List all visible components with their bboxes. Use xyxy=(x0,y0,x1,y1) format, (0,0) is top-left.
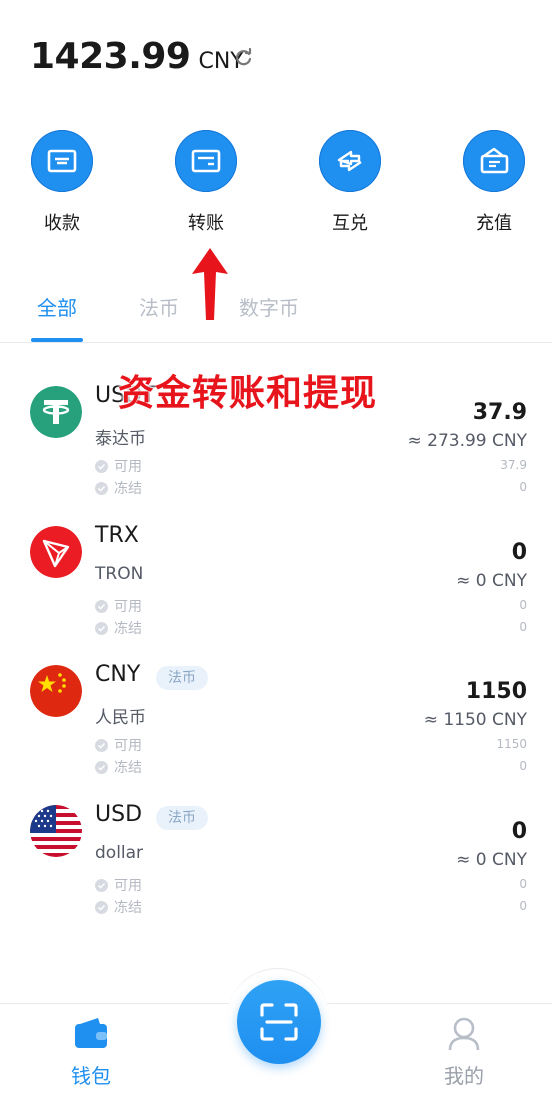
quick-actions: 收款 转账 互兑 充值 xyxy=(0,130,552,240)
coin-symbol: USD xyxy=(95,802,143,827)
receive-button[interactable]: 收款 xyxy=(12,130,112,235)
frozen-row: 冻结 xyxy=(95,618,142,638)
check-icon xyxy=(95,599,108,613)
nav-profile-label: 我的 xyxy=(444,1064,484,1088)
available-amount: 0 xyxy=(519,598,527,612)
coin-total: 1150 xyxy=(465,679,527,704)
exchange-button[interactable]: 互兑 xyxy=(300,130,400,235)
coin-name: 泰达币 xyxy=(95,429,146,449)
china-flag xyxy=(30,665,82,717)
total-balance: 1423.99 CNY xyxy=(30,36,252,77)
frozen-row: 冻结 xyxy=(95,897,142,917)
user-icon xyxy=(448,1017,480,1051)
list-item[interactable]: TRX TRON 可用 冻结 0 ≈ 0 CNY 0 0 xyxy=(0,523,552,666)
frozen-amount: 0 xyxy=(519,759,527,773)
available-amount: 1150 xyxy=(496,737,527,751)
frozen-amount: 0 xyxy=(519,899,527,913)
available-row: 可用 xyxy=(95,456,142,476)
frozen-row: 冻结 xyxy=(95,757,142,777)
tab-crypto[interactable]: 数字币 xyxy=(239,292,299,321)
balance-amount: 1423.99 xyxy=(30,36,191,77)
coin-name: 人民币 xyxy=(95,708,146,728)
available-row: 可用 xyxy=(95,735,142,755)
nav-wallet-label: 钱包 xyxy=(71,1064,111,1088)
coin-approx-value: ≈ 1150 CNY xyxy=(423,710,527,730)
coin-total: 0 xyxy=(511,540,527,565)
check-icon xyxy=(95,621,108,635)
wallet-icon xyxy=(75,1018,107,1048)
frozen-amount: 0 xyxy=(519,620,527,634)
list-item[interactable]: USD 法币 dollar 可用 冻结 0 ≈ 0 CNY 0 0 xyxy=(0,802,552,945)
list-item[interactable]: CNY 法币 人民币 可用 冻结 1150 ≈ 1150 CNY 1150 0 xyxy=(0,662,552,805)
available-amount: 0 xyxy=(519,877,527,891)
check-icon xyxy=(95,878,108,892)
check-icon xyxy=(95,738,108,752)
us-flag xyxy=(30,805,82,857)
check-icon xyxy=(95,900,108,914)
deposit-icon xyxy=(480,147,509,174)
annotation-arrow xyxy=(192,248,228,320)
exchange-icon xyxy=(337,150,362,172)
frozen-amount: 0 xyxy=(519,480,527,494)
coin-total: 37.9 xyxy=(472,400,527,425)
coin-total: 0 xyxy=(511,819,527,844)
tether-logo xyxy=(30,386,82,438)
tab-fiat[interactable]: 法币 xyxy=(139,292,179,321)
annotation-text: 资金转账和提现 xyxy=(118,373,378,414)
coin-approx-value: ≈ 0 CNY xyxy=(456,571,527,591)
tab-all[interactable]: 全部 xyxy=(37,292,77,321)
tab-underline xyxy=(31,338,83,342)
transfer-button[interactable]: 转账 xyxy=(156,130,256,235)
frozen-row: 冻结 xyxy=(95,478,142,498)
refresh-icon[interactable] xyxy=(234,48,254,68)
available-amount: 37.9 xyxy=(500,458,527,472)
asset-tabs: 全部 法币 数字币 xyxy=(0,288,552,343)
available-row: 可用 xyxy=(95,596,142,616)
coin-symbol: CNY xyxy=(95,662,141,687)
nav-profile[interactable]: 我的 xyxy=(419,1016,509,1089)
coin-name: dollar xyxy=(95,843,144,863)
available-row: 可用 xyxy=(95,875,142,895)
scan-button[interactable] xyxy=(237,980,321,1064)
coin-symbol: TRX xyxy=(95,523,139,548)
scan-icon xyxy=(260,1003,298,1041)
fiat-tag: 法币 xyxy=(156,666,208,690)
check-icon xyxy=(95,481,108,495)
coin-name: TRON xyxy=(95,564,144,584)
transfer-icon xyxy=(191,149,221,173)
coin-approx-value: ≈ 273.99 CNY xyxy=(407,431,527,451)
nav-wallet[interactable]: 钱包 xyxy=(46,1016,136,1089)
check-icon xyxy=(95,760,108,774)
tron-logo xyxy=(30,526,82,578)
fiat-tag: 法币 xyxy=(156,806,208,830)
check-icon xyxy=(95,459,108,473)
receive-icon xyxy=(47,149,77,173)
deposit-button[interactable]: 充值 xyxy=(444,130,544,235)
coin-approx-value: ≈ 0 CNY xyxy=(456,850,527,870)
